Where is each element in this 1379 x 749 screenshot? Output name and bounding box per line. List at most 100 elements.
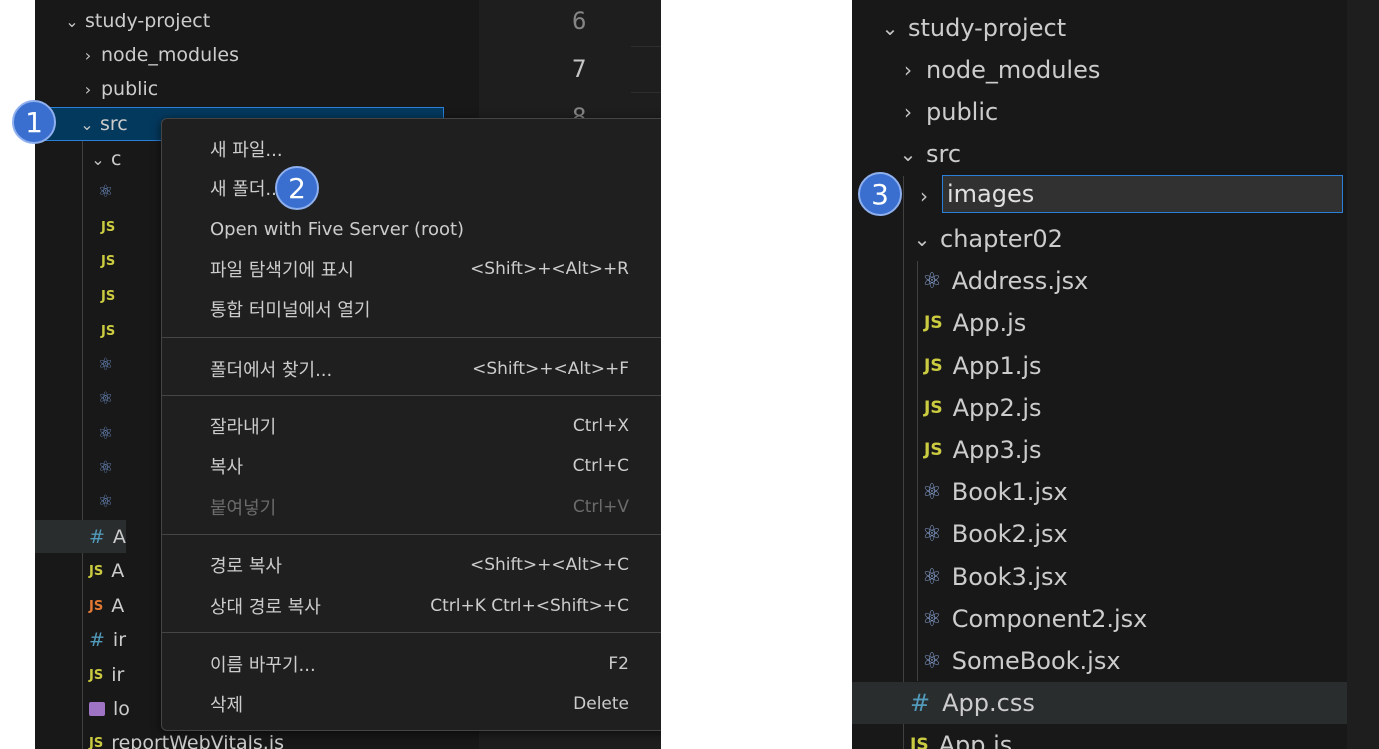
file-label: Book3.jsx	[951, 563, 1068, 591]
tree-file-app1-js[interactable]: JS App1.js	[924, 345, 1042, 387]
css-icon: #	[89, 526, 105, 548]
tree-file-somebook-jsx[interactable]: ⚛ SomeBook.jsx	[922, 640, 1121, 682]
tree-folder-chapter02[interactable]: ⌄ chapter02	[910, 218, 1063, 260]
menu-item-copy-relative-path[interactable]: 상대 경로 복사 Ctrl+K Ctrl+<Shift>+C	[210, 587, 629, 625]
menu-separator	[162, 534, 661, 535]
tree-folder-study-project[interactable]: ⌄ study-project	[63, 5, 210, 37]
file-label: reportWebVitals.js	[111, 732, 285, 749]
tree-file-row[interactable]: # A	[89, 521, 126, 553]
chevron-down-icon: ⌄	[80, 114, 94, 134]
menu-item-shortcut: F2	[608, 654, 629, 674]
menu-item-label: 잘라내기	[210, 417, 277, 438]
chevron-right-icon: ›	[904, 100, 912, 124]
tree-file-row[interactable]: ⚛	[98, 176, 113, 208]
new-folder-name-input[interactable]	[942, 175, 1343, 213]
tree-file-address-jsx[interactable]: ⚛ Address.jsx	[922, 260, 1088, 302]
css-icon: #	[89, 629, 105, 651]
file-label: App3.js	[952, 436, 1042, 464]
menu-item-shortcut: Ctrl+K Ctrl+<Shift>+C	[430, 596, 629, 616]
menu-item-label: Open with Five Server (root)	[210, 218, 465, 240]
react-icon: ⚛	[922, 268, 942, 294]
chevron-right-icon: ›	[920, 184, 928, 208]
file-label: Book1.jsx	[951, 478, 1068, 506]
menu-item-reveal-in-explorer[interactable]: 파일 탐색기에 표시 <Shift>+<Alt>+R	[210, 250, 629, 288]
tree-file-row[interactable]: JS	[101, 315, 115, 347]
tree-file-row[interactable]: ⚛	[98, 349, 113, 381]
file-label: App.js	[938, 731, 1013, 749]
js-icon: JS	[101, 323, 116, 339]
file-label: Address.jsx	[951, 267, 1089, 295]
menu-item-rename[interactable]: 이름 바꾸기... F2	[210, 645, 629, 683]
folder-label: node_modules	[101, 44, 240, 66]
tree-file-row[interactable]: JS A	[89, 555, 124, 587]
chevron-right-icon: ›	[904, 58, 912, 82]
tree-indent-guide	[903, 176, 904, 749]
line-number: 7	[572, 55, 587, 83]
tree-file-book3-jsx[interactable]: ⚛ Book3.jsx	[922, 556, 1068, 598]
tree-file-row[interactable]: ⚛	[98, 383, 113, 415]
tree-folder-study-project[interactable]: ⌄ study-project	[878, 7, 1067, 49]
chevron-down-icon: ⌄	[913, 227, 931, 251]
tree-file-row[interactable]: ⚛	[98, 452, 113, 484]
menu-item-paste: 붙여넣기 Ctrl+V	[210, 488, 629, 526]
tree-file-app-css[interactable]: # App.css	[910, 682, 1035, 724]
menu-item-cut[interactable]: 잘라내기 Ctrl+X	[210, 407, 629, 445]
folder-label: node_modules	[926, 56, 1101, 84]
file-label: A	[111, 595, 125, 617]
tree-file-row[interactable]: JS	[101, 211, 115, 243]
tree-file-app-js-root[interactable]: JS App.js	[910, 724, 1012, 749]
tree-file-component2-jsx[interactable]: ⚛ Component2.jsx	[922, 598, 1147, 640]
folder-label: public	[926, 98, 999, 126]
tree-file-app-js[interactable]: JS App.js	[924, 302, 1026, 344]
css-icon: #	[910, 689, 931, 717]
tree-folder-node-modules[interactable]: › node_modules	[79, 39, 239, 71]
menu-item-shortcut: <Shift>+<Alt>+C	[470, 555, 629, 575]
context-menu: 새 파일... 새 폴더... Open with Five Server (r…	[161, 118, 661, 731]
js-icon: JS	[924, 440, 943, 460]
menu-item-new-folder[interactable]: 새 폴더...	[210, 169, 629, 207]
chevron-down-icon: ⌄	[91, 149, 105, 169]
menu-item-delete[interactable]: 삭제 Delete	[210, 685, 629, 723]
file-label: lo	[113, 698, 130, 720]
react-icon: ⚛	[922, 606, 942, 632]
tree-file-row[interactable]: # ir	[89, 624, 126, 656]
right-explorer-panel: ⌄ study-project › node_modules › public …	[852, 0, 1379, 749]
file-label: App.js	[952, 309, 1027, 337]
tree-file-book1-jsx[interactable]: ⚛ Book1.jsx	[922, 471, 1068, 513]
js-icon: JS	[89, 667, 104, 683]
scrollbar-gutter[interactable]	[1347, 0, 1379, 749]
menu-item-copy[interactable]: 복사 Ctrl+C	[210, 447, 629, 485]
menu-separator	[162, 395, 661, 396]
file-label: Component2.jsx	[951, 605, 1148, 633]
js-icon: JS	[101, 288, 116, 304]
tree-folder-src[interactable]: ⌄ src	[896, 133, 961, 175]
folder-label: src	[926, 140, 962, 168]
new-folder-chevron-row: ›	[912, 175, 936, 217]
react-icon: ⚛	[98, 355, 114, 375]
tree-file-row[interactable]: lo	[89, 693, 130, 725]
tree-folder-chapter[interactable]: ⌄ c	[89, 143, 121, 175]
menu-item-find-in-folder[interactable]: 폴더에서 찾기... <Shift>+<Alt>+F	[210, 350, 629, 388]
tree-folder-node-modules[interactable]: › node_modules	[896, 49, 1100, 91]
tree-file-row[interactable]: ⚛	[98, 486, 113, 518]
tree-file-app2-js[interactable]: JS App2.js	[924, 387, 1042, 429]
tree-folder-public[interactable]: › public	[896, 91, 998, 133]
tree-file-book2-jsx[interactable]: ⚛ Book2.jsx	[922, 513, 1068, 555]
tree-file-row[interactable]: ⚛	[98, 418, 113, 450]
file-label: App1.js	[952, 352, 1042, 380]
menu-item-new-file[interactable]: 새 파일...	[210, 130, 629, 168]
tree-folder-public[interactable]: › public	[79, 73, 158, 105]
tree-file-row[interactable]: JS A	[89, 590, 124, 622]
menu-item-open-five-server[interactable]: Open with Five Server (root)	[210, 210, 629, 248]
menu-item-open-in-terminal[interactable]: 통합 터미널에서 열기	[210, 290, 629, 328]
tree-file-row[interactable]: JS	[101, 280, 115, 312]
tree-file-row[interactable]: JS	[101, 245, 115, 277]
menu-item-shortcut: Ctrl+X	[572, 416, 629, 436]
menu-separator	[162, 632, 661, 633]
left-explorer-panel: 6 7 8 p ⌄ study-project › node_modules ›…	[35, 0, 661, 749]
menu-item-label: 새 폴더...	[210, 179, 283, 200]
react-icon: ⚛	[98, 458, 114, 478]
menu-item-copy-path[interactable]: 경로 복사 <Shift>+<Alt>+C	[210, 546, 629, 584]
tree-file-app3-js[interactable]: JS App3.js	[924, 429, 1042, 471]
tree-file-row[interactable]: JS ir	[89, 659, 124, 691]
